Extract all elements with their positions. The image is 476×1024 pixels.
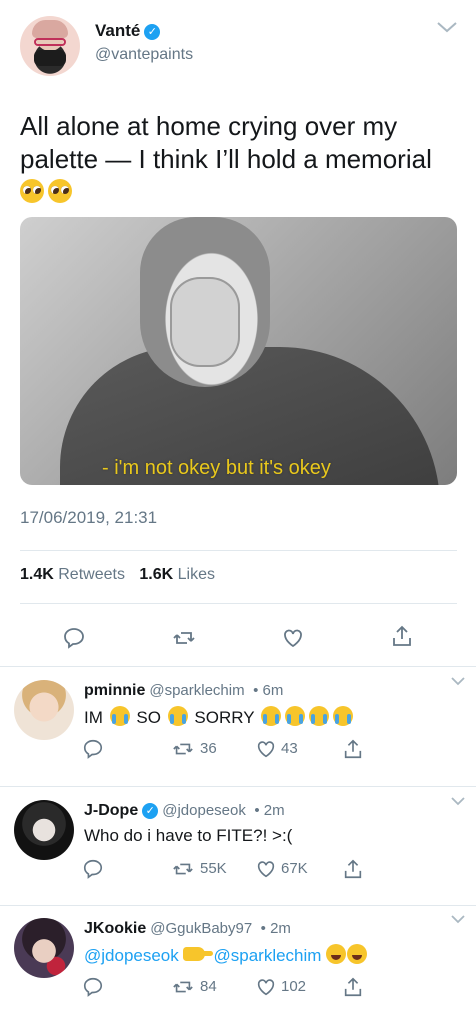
avatar-glasses <box>34 38 66 46</box>
like-icon[interactable] <box>255 976 277 998</box>
reply-text: @jdopeseok @sparklechim <box>84 944 454 966</box>
retweet-icon[interactable] <box>172 858 194 880</box>
chevron-down-icon[interactable] <box>450 796 466 806</box>
like-count: 102 <box>281 978 307 995</box>
share-icon[interactable] <box>390 624 414 648</box>
reply-icon[interactable] <box>82 976 104 998</box>
reply-icon[interactable] <box>62 626 86 650</box>
crying-face-emoji-icon <box>167 706 188 726</box>
avatar[interactable] <box>14 680 74 740</box>
media-caption: - i'm not okey but it's okey <box>102 457 331 479</box>
like-icon[interactable] <box>255 738 277 760</box>
retweet-count: 36 <box>200 740 217 757</box>
reply-icon[interactable] <box>82 858 104 880</box>
avatar[interactable] <box>14 800 74 860</box>
reply-handle[interactable]: @GgukBaby97 <box>150 920 252 937</box>
avatar[interactable] <box>14 918 74 978</box>
crying-face-emoji-icon <box>260 706 281 726</box>
author-name[interactable]: Vanté ✓ <box>95 21 161 41</box>
verified-badge-icon: ✓ <box>144 24 161 40</box>
reply-display-name[interactable]: pminnie <box>84 682 145 699</box>
avatar-mask <box>34 50 66 66</box>
divider <box>0 666 476 667</box>
reply-text-word: SORRY <box>194 708 255 727</box>
tweet-stats: 1.4K Retweets 1.6K Likes <box>20 566 215 584</box>
like-icon[interactable] <box>255 858 277 880</box>
chevron-down-icon[interactable] <box>436 20 458 34</box>
reply-text: Who do i have to FITE?! >:( <box>84 826 293 845</box>
reply-handle[interactable]: @sparklechim <box>149 682 244 699</box>
likes-stat[interactable]: 1.6K Likes <box>139 566 215 583</box>
mention-link[interactable]: @sparklechim <box>214 946 322 965</box>
author-display-name[interactable]: Vanté <box>95 21 140 40</box>
like-count: 43 <box>281 740 298 757</box>
laughing-face-emoji-icon <box>347 944 368 964</box>
likes-count: 1.6K <box>139 566 174 583</box>
reply-icon[interactable] <box>82 738 104 760</box>
reply-time: • 2m <box>254 802 285 819</box>
retweet-count: 84 <box>200 978 217 995</box>
like-icon[interactable] <box>281 626 305 650</box>
tweet-emoji-row <box>20 176 460 209</box>
tweet-actions <box>0 620 476 654</box>
pleading-face-emoji-icon <box>48 179 72 203</box>
retweets-count: 1.4K <box>20 566 54 583</box>
share-icon[interactable] <box>342 738 364 760</box>
image-figure-hand <box>170 277 240 367</box>
tweet-text: All alone at home crying over my palette… <box>20 110 460 209</box>
reply-tweet[interactable]: J-Dope ✓ @jdopeseok • 2m Who do i have to … <box>0 788 476 906</box>
tweet-media-image[interactable]: - i'm not okey but it's okey <box>20 217 457 485</box>
reply-tweet[interactable]: JKookie @GgukBaby97 • 2m @jdopeseok @spar… <box>0 906 476 1024</box>
crying-face-emoji-icon <box>284 706 305 726</box>
share-icon[interactable] <box>342 858 364 880</box>
reply-text-word: IM <box>84 708 103 727</box>
reply-actions: 55K 67K <box>0 858 476 884</box>
reply-time: • 2m <box>260 920 291 937</box>
reply-author[interactable]: J-Dope ✓ @jdopeseok • 2m <box>84 802 285 820</box>
pointing-hand-emoji-icon <box>182 947 213 961</box>
retweets-label: Retweets <box>58 566 125 583</box>
retweet-icon[interactable] <box>172 626 196 650</box>
reply-author[interactable]: pminnie @sparklechim • 6m <box>84 682 283 700</box>
pleading-face-emoji-icon <box>20 179 44 203</box>
chevron-down-icon[interactable] <box>450 914 466 924</box>
retweet-icon[interactable] <box>172 976 194 998</box>
tweet-timestamp: 17/06/2019, 21:31 <box>20 508 158 527</box>
crying-face-emoji-icon <box>332 706 353 726</box>
crying-face-emoji-icon <box>308 706 329 726</box>
mention-link[interactable]: @jdopeseok <box>84 946 179 965</box>
avatar[interactable] <box>20 16 80 76</box>
like-count: 67K <box>281 860 308 877</box>
reply-handle[interactable]: @jdopeseok <box>162 802 246 819</box>
main-tweet: Vanté ✓ @vantepaints All alone at home cr… <box>0 0 476 668</box>
crying-face-emoji-icon <box>109 706 130 726</box>
retweets-stat[interactable]: 1.4K Retweets <box>20 566 125 583</box>
reply-display-name[interactable]: J-Dope <box>84 802 138 819</box>
reply-display-name[interactable]: JKookie <box>84 920 146 937</box>
reply-time: • 6m <box>253 682 284 699</box>
chevron-down-icon[interactable] <box>450 676 466 686</box>
tweet-text-line: All alone at home crying over my <box>20 111 398 141</box>
likes-label: Likes <box>177 566 216 583</box>
divider <box>0 786 476 787</box>
divider <box>20 603 457 604</box>
retweet-count: 55K <box>200 860 227 877</box>
tweet-text-line: palette — I think I’ll hold a memorial <box>20 144 432 174</box>
reply-author[interactable]: JKookie @GgukBaby97 • 2m <box>84 920 291 938</box>
share-icon[interactable] <box>342 976 364 998</box>
author-handle[interactable]: @vantepaints <box>95 46 193 64</box>
verified-badge-icon: ✓ <box>142 803 159 819</box>
laughing-face-emoji-icon <box>326 944 347 964</box>
reply-actions: 84 102 <box>0 976 476 1002</box>
reply-text: IM SO SORRY <box>84 706 454 728</box>
avatar-hat <box>32 20 68 38</box>
reply-actions: 36 43 <box>0 738 476 764</box>
retweet-icon[interactable] <box>172 738 194 760</box>
reply-text-word: SO <box>136 708 161 727</box>
reply-tweet[interactable]: pminnie @sparklechim • 6m IM SO SORRY 36 … <box>0 668 476 786</box>
divider <box>20 550 457 551</box>
